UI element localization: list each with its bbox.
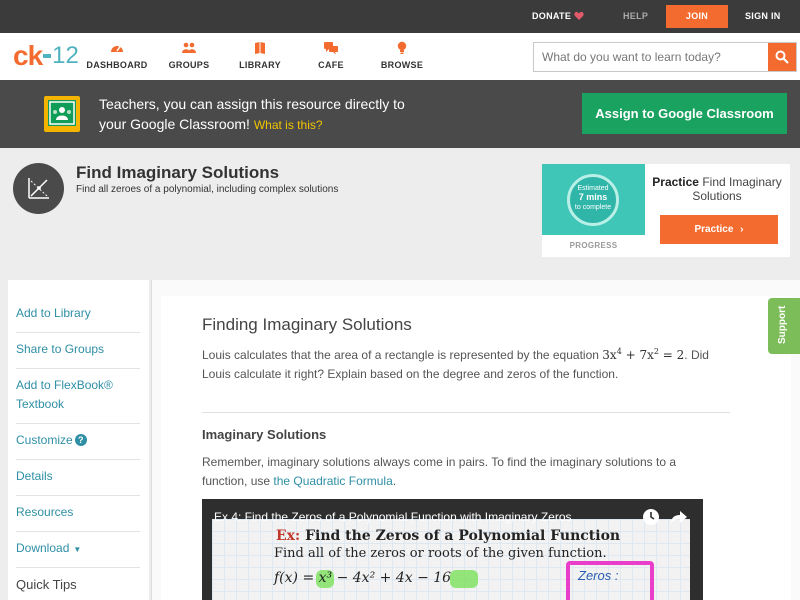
practice-card: Estimated 7 mins to complete PROGRESS Pr… [542, 164, 790, 257]
sidebar-item-customize[interactable]: Customize? [16, 431, 140, 460]
what-is-this-link[interactable]: What is this? [254, 118, 323, 132]
sidebar-item-label: Add to Library [16, 306, 91, 320]
google-banner-text: Teachers, you can assign this resource d… [99, 94, 405, 135]
sidebar-item-label: Details [16, 469, 53, 483]
nav-cafe-label: CAFE [318, 60, 344, 70]
join-button[interactable]: JOIN [666, 5, 728, 28]
quick-tips-heading: Quick Tips [16, 577, 77, 592]
google-banner-line2: your Google Classroom! [99, 116, 250, 132]
sidebar-item-label: Resources [16, 505, 74, 519]
problem-paragraph: Louis calculates that the area of a rect… [202, 342, 732, 384]
support-tab[interactable]: Support [768, 298, 800, 354]
explanation-paragraph: Remember, imaginary solutions always com… [202, 453, 732, 491]
ck12-logo[interactable]: ck 12 [13, 40, 79, 71]
library-icon [255, 42, 265, 54]
page-subtitle: Find all zeroes of a polynomial, includi… [76, 184, 339, 195]
problem-text-a: Louis calculates that the area of a rect… [202, 348, 599, 362]
concept-icon [13, 163, 64, 214]
sidebar-item-share-to-groups[interactable]: Share to Groups [16, 340, 140, 369]
sidebar-item-label: Share to Groups [16, 342, 105, 356]
highlight-mark [450, 570, 478, 588]
dashboard-icon [111, 45, 123, 52]
nav-dashboard[interactable]: DASHBOARD [82, 41, 152, 70]
zeros-label: Zeros : [578, 568, 619, 583]
google-banner-line1: Teachers, you can assign this resource d… [99, 96, 405, 112]
search-icon [775, 50, 789, 64]
google-classroom-banner: Teachers, you can assign this resource d… [0, 80, 800, 148]
equation: 3x4 + 7x2 = 2 [602, 347, 685, 362]
assign-google-classroom-button[interactable]: Assign to Google Classroom [582, 93, 787, 134]
nav-dashboard-label: DASHBOARD [86, 60, 148, 70]
problem-text-b: . Did [684, 348, 709, 362]
video-player[interactable]: Ex 4: Find the Zeros of a Polynomial Fun… [202, 499, 703, 600]
video-title[interactable]: Ex 4: Find the Zeros of a Polynomial Fun… [214, 510, 572, 524]
nav-groups[interactable]: GROUPS [154, 41, 224, 70]
practice-button[interactable]: Practice › [660, 215, 778, 244]
subsection-title: Imaginary Solutions [202, 427, 327, 442]
progress-panel: Estimated 7 mins to complete PROGRESS [542, 164, 645, 257]
video-function: f(x) = x³ − 4x² + 4x − 16 [274, 570, 452, 586]
nav-browse[interactable]: BROWSE [367, 41, 437, 70]
search-button[interactable] [768, 43, 796, 71]
donate-link[interactable]: DONATE [532, 0, 571, 33]
video-ex-text: Find the Zeros of a Polynomial Function [305, 528, 621, 544]
sidebar-item-label: Customize [16, 433, 73, 447]
main-nav: ck 12 DASHBOARD GROUPS LIBRARY CAFE BROW… [0, 33, 800, 80]
video-ex-label: Ex: [276, 528, 301, 544]
nav-library-label: LIBRARY [239, 60, 281, 70]
logo-text-right: 12 [52, 42, 79, 69]
help-icon[interactable]: ? [74, 434, 87, 446]
sidebar-item-add-to-library[interactable]: Add to Library [16, 304, 140, 333]
top-bar: DONATE HELP JOIN SIGN IN [0, 0, 800, 33]
sidebar-item-label: Download [16, 541, 70, 555]
section-divider [202, 412, 730, 413]
help-link[interactable]: HELP [623, 0, 648, 33]
browse-icon [397, 41, 407, 54]
sidebar-item-details[interactable]: Details [16, 467, 140, 496]
groups-icon [182, 42, 196, 53]
heart-icon [574, 11, 584, 20]
sidebar-item-add-to-flexbook[interactable]: Add to FlexBook® Textbook [16, 376, 140, 424]
support-label: Support [777, 305, 788, 344]
practice-title: Practice Find Imaginary Solutions [649, 175, 785, 203]
logo-text-left: ck [13, 40, 43, 71]
sidebar: Add to Library Share to Groups Add to Fl… [8, 280, 149, 600]
graph-icon [28, 178, 49, 199]
video-find-text: Find all of the zeros or roots of the gi… [274, 546, 607, 561]
problem-text-c: Louis calculate it right? Explain based … [202, 367, 619, 381]
clock-icon[interactable] [642, 508, 660, 526]
nav-groups-label: GROUPS [168, 60, 210, 70]
caret-down-icon: ▼ [73, 545, 82, 554]
sign-in-link[interactable]: SIGN IN [745, 0, 781, 33]
practice-button-label: Practice [694, 224, 734, 235]
cafe-icon [324, 42, 338, 55]
explanation-text-a: Remember, imaginary solutions always com… [202, 455, 676, 469]
share-icon[interactable] [670, 508, 688, 526]
estimated-time-badge: Estimated 7 mins to complete [542, 164, 645, 235]
page-title: Find Imaginary Solutions [76, 163, 280, 182]
search-box [533, 42, 797, 72]
google-classroom-icon [44, 96, 80, 132]
logo-dash [43, 54, 52, 58]
sidebar-item-resources[interactable]: Resources [16, 503, 140, 532]
sidebar-item-label: Add to FlexBook® Textbook [16, 378, 113, 411]
estimated-mins: 7 mins [578, 192, 608, 202]
practice-title-rest: Find Imaginary Solutions [692, 175, 782, 203]
section-title: Finding Imaginary Solutions [202, 315, 412, 334]
explanation-text-b: function, use [202, 474, 271, 488]
nav-browse-label: BROWSE [380, 60, 424, 70]
search-input[interactable] [534, 43, 768, 71]
chevron-right-icon: › [740, 224, 744, 235]
video-example-heading: Ex: Find the Zeros of a Polynomial Funct… [276, 528, 620, 544]
explanation-text-c: . [392, 474, 397, 488]
practice-title-bold: Practice [652, 175, 699, 189]
quadratic-formula-link[interactable]: the Quadratic Formula [273, 474, 392, 488]
nav-library[interactable]: LIBRARY [225, 41, 295, 70]
nav-cafe[interactable]: CAFE [296, 41, 366, 70]
sidebar-item-download[interactable]: Download ▼ [16, 539, 140, 568]
progress-label: PROGRESS [569, 241, 618, 250]
to-complete-label: to complete [574, 204, 612, 211]
